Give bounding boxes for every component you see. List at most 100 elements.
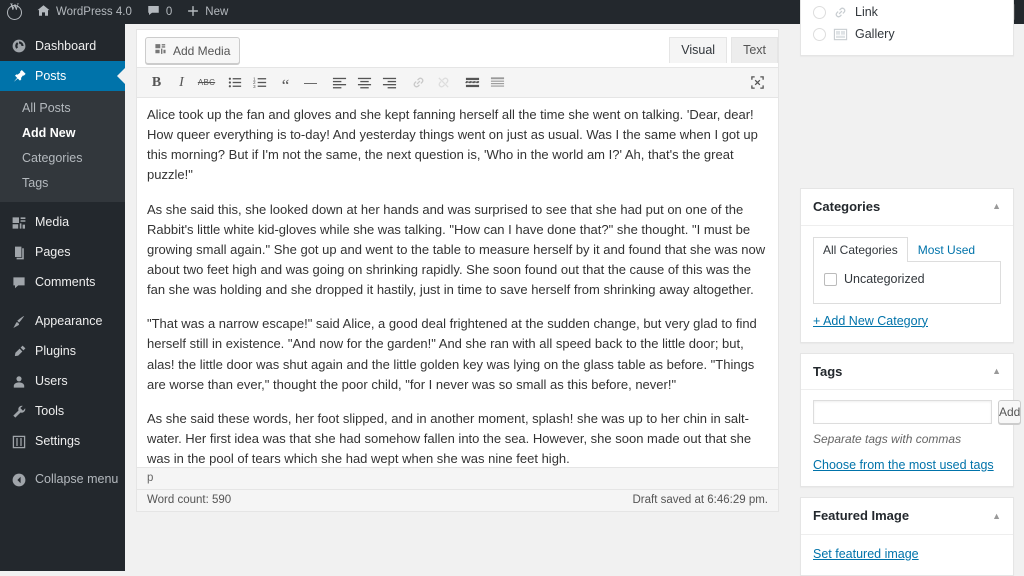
categories-box-title[interactable]: Categories ▲ [801, 189, 1013, 226]
tags-entry-row: Add [813, 400, 1022, 425]
tags-box-inside: Add Separate tags with commas Choose fro… [801, 390, 1022, 486]
categories-box-inside: All Categories Most Used Uncategorized +… [801, 226, 1013, 342]
strikethrough-icon[interactable]: ABC [194, 70, 219, 95]
wp-logo-menu[interactable] [0, 0, 29, 24]
sidebar-item-label: Pages [35, 245, 71, 260]
featured-image-box-title[interactable]: Featured Image ▲ [801, 498, 1013, 535]
format-option-link[interactable]: Link [813, 1, 1001, 23]
tab-text[interactable]: Text [731, 37, 778, 63]
comments-icon [11, 275, 27, 291]
bold-icon[interactable]: B [144, 70, 169, 95]
tags-input[interactable] [813, 400, 992, 425]
submenu-item-all-posts[interactable]: All Posts [0, 96, 125, 121]
align-left-icon[interactable] [327, 70, 352, 95]
post-meta-sidebar: Aside Image Video Audio “ Quote [790, 0, 1024, 576]
editor-top-bar: Add Media Visual Text [137, 30, 778, 67]
sidebar-item-comments[interactable]: Comments [0, 268, 125, 298]
editor-container: Add Media Visual Text B I ABC 123 “ — Al… [136, 29, 779, 512]
sidebar-item-media[interactable]: Media [0, 208, 125, 238]
remove-link-icon[interactable] [431, 70, 456, 95]
toggle-up-icon[interactable]: ▲ [992, 366, 1001, 377]
sidebar-item-plugins[interactable]: Plugins [0, 337, 125, 367]
sidebar-item-users[interactable]: Users [0, 367, 125, 397]
media-icon [11, 215, 27, 231]
sidebar-item-label: Tools [35, 404, 65, 419]
sidebar-item-label: Posts [35, 68, 67, 83]
appearance-brush-icon [11, 314, 27, 330]
new-content-menu[interactable]: New [179, 0, 235, 24]
distraction-free-icon[interactable] [745, 70, 770, 95]
sidebar-item-label: Settings [35, 434, 81, 449]
tags-box-title[interactable]: Tags ▲ [801, 354, 1013, 391]
tab-visual[interactable]: Visual [669, 37, 728, 63]
tab-all-categories[interactable]: All Categories [813, 236, 908, 262]
featured-image-box: Featured Image ▲ Set featured image [800, 497, 1014, 576]
editor-element-path[interactable]: p [137, 467, 778, 489]
read-more-icon[interactable] [460, 70, 485, 95]
sidebar-item-posts[interactable]: Posts [0, 61, 125, 91]
sidebar-item-appearance[interactable]: Appearance [0, 307, 125, 337]
box-title-label: Featured Image [813, 508, 910, 524]
dashboard-icon [11, 38, 27, 54]
tools-wrench-icon [11, 404, 27, 420]
format-option-gallery[interactable]: Gallery [813, 23, 1001, 45]
radio-button[interactable] [813, 27, 826, 41]
category-label: Uncategorized [844, 271, 925, 286]
blockquote-icon[interactable]: “ [273, 70, 298, 95]
add-media-icon [154, 42, 168, 59]
numbered-list-icon[interactable]: 123 [248, 70, 273, 95]
sidebar-item-dashboard[interactable]: Dashboard [0, 31, 125, 61]
editor-paragraph: As she said these words, her foot slippe… [147, 410, 752, 467]
sidebar-item-label: Appearance [35, 314, 103, 329]
align-right-icon[interactable] [377, 70, 402, 95]
gallery-icon [833, 27, 848, 42]
add-tag-button[interactable]: Add [998, 400, 1022, 425]
most-used-tags-link[interactable]: Choose from the most used tags [813, 458, 994, 472]
plugins-plug-icon [11, 344, 27, 360]
category-checkbox[interactable] [824, 272, 837, 286]
posts-submenu: All Posts Add New Categories Tags [0, 91, 125, 202]
categories-tabs: All Categories Most Used [813, 236, 1001, 262]
submenu-item-add-new[interactable]: Add New [0, 121, 125, 146]
sidebar-item-label: Users [35, 374, 68, 389]
comments-menu[interactable]: 0 [139, 0, 179, 24]
submenu-item-tags[interactable]: Tags [0, 171, 125, 196]
submenu-item-categories[interactable]: Categories [0, 146, 125, 171]
sidebar-item-settings[interactable]: Settings [0, 427, 125, 457]
tab-most-used[interactable]: Most Used [908, 237, 985, 262]
sidebar-item-label: Plugins [35, 344, 76, 359]
wordpress-logo-icon [7, 2, 22, 20]
format-label: Gallery [855, 27, 895, 41]
editor-paragraph: "That was a narrow escape!" said Alice, … [147, 316, 757, 392]
site-name-menu[interactable]: WordPress 4.0 [29, 0, 139, 24]
menu-separator [0, 298, 125, 307]
home-icon [36, 3, 51, 21]
bulleted-list-icon[interactable] [223, 70, 248, 95]
editor-paragraph: As she said this, she looked down at her… [147, 201, 766, 298]
post-editor-column: Add Media Visual Text B I ABC 123 “ — Al… [125, 24, 785, 571]
pages-icon [11, 245, 27, 261]
align-center-icon[interactable] [352, 70, 377, 95]
set-featured-image-link[interactable]: Set featured image [813, 547, 919, 561]
sidebar-item-tools[interactable]: Tools [0, 397, 125, 427]
sidebar-item-label: Dashboard [35, 38, 97, 53]
settings-sliders-icon [11, 434, 27, 450]
comments-count: 0 [165, 6, 173, 18]
italic-icon[interactable]: I [169, 70, 194, 95]
horizontal-rule-icon[interactable]: — [298, 70, 323, 95]
add-media-button[interactable]: Add Media [145, 37, 241, 64]
editor-content-area[interactable]: Alice took up the fan and gloves and she… [137, 98, 778, 467]
toggle-up-icon[interactable]: ▲ [992, 201, 1001, 212]
add-new-category-link[interactable]: + Add New Category [813, 314, 928, 328]
plus-icon [186, 4, 200, 21]
collapse-menu-button[interactable]: Collapse menu [0, 465, 125, 495]
svg-text:3: 3 [253, 84, 256, 89]
sidebar-item-pages[interactable]: Pages [0, 238, 125, 268]
post-format-box: Aside Image Video Audio “ Quote [800, 0, 1014, 56]
toolbar-toggle-icon[interactable] [485, 70, 510, 95]
editor-status-bar: Word count: 590 Draft saved at 6:46:29 p… [137, 489, 778, 511]
toggle-up-icon[interactable]: ▲ [992, 511, 1001, 522]
new-content-label: New [205, 6, 229, 18]
insert-link-icon[interactable] [406, 70, 431, 95]
radio-button[interactable] [813, 5, 826, 19]
